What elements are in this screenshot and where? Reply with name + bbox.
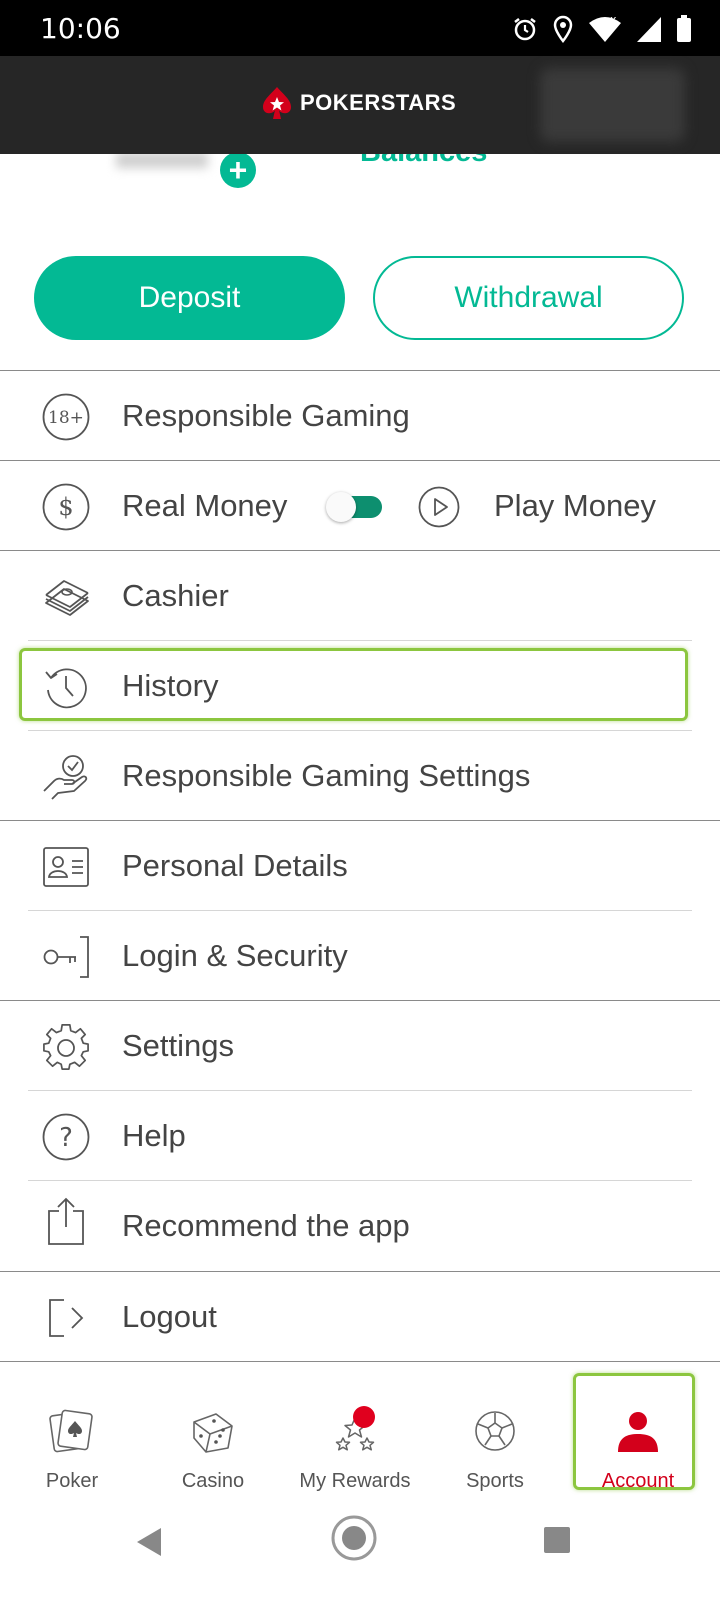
menu-label: Settings bbox=[122, 1028, 235, 1063]
nav-label: Sports bbox=[466, 1470, 524, 1492]
nav-label: Poker bbox=[45, 1470, 99, 1492]
wifi-icon: x bbox=[589, 15, 621, 42]
gear-icon bbox=[43, 1024, 89, 1070]
divider bbox=[0, 1361, 720, 1362]
account-highlight bbox=[573, 1373, 695, 1490]
dollar-icon: $ bbox=[42, 483, 90, 531]
menu-label: Help bbox=[122, 1118, 186, 1153]
real-money-label[interactable]: Real Money bbox=[122, 460, 287, 552]
svg-text:?: ? bbox=[59, 1123, 73, 1153]
money-mode-row: $ Real Money Play Money bbox=[0, 460, 720, 552]
signal-icon bbox=[637, 17, 661, 42]
key-icon bbox=[43, 936, 89, 978]
dice-icon bbox=[193, 1413, 233, 1453]
help-icon: ? bbox=[42, 1113, 90, 1161]
cash-stack-icon bbox=[45, 580, 89, 616]
home-icon[interactable] bbox=[330, 1514, 378, 1562]
nav-label: My Rewards bbox=[299, 1470, 411, 1492]
menu-item-recommend[interactable]: Recommend the app bbox=[0, 1180, 720, 1272]
toggle-knob bbox=[326, 492, 356, 522]
notification-badge bbox=[353, 1406, 375, 1428]
battery-icon bbox=[677, 15, 691, 42]
nav-poker[interactable]: Poker bbox=[0, 1386, 144, 1512]
menu-label: Responsible Gaming Settings bbox=[122, 758, 531, 793]
status-bar: 10:06 x bbox=[0, 0, 720, 56]
menu-label: Personal Details bbox=[122, 848, 348, 883]
recents-icon[interactable] bbox=[543, 1526, 571, 1554]
brand-name: POKERSTARS bbox=[300, 90, 457, 115]
system-nav-bar bbox=[0, 1512, 720, 1600]
app-header: POKERSTARS bbox=[0, 56, 720, 154]
menu-item-login-security[interactable]: Login & Security bbox=[0, 910, 720, 1002]
logout-icon bbox=[49, 1299, 84, 1337]
menu-item-cashier[interactable]: Cashier bbox=[0, 550, 720, 642]
spade-star-icon bbox=[263, 87, 291, 119]
history-highlight bbox=[19, 648, 688, 721]
withdrawal-button[interactable]: Withdrawal bbox=[373, 256, 684, 340]
nav-casino[interactable]: Casino bbox=[141, 1386, 285, 1512]
status-time: 10:06 bbox=[40, 12, 121, 45]
svg-text:$: $ bbox=[58, 493, 73, 521]
location-icon bbox=[553, 15, 573, 43]
balances-label[interactable]: Balances bbox=[360, 154, 487, 169]
menu-label: Recommend the app bbox=[122, 1208, 410, 1243]
menu-label: Logout bbox=[122, 1299, 217, 1334]
menu-label: Login & Security bbox=[122, 938, 348, 973]
money-mode-toggle[interactable] bbox=[326, 492, 382, 522]
alarm-icon bbox=[514, 18, 536, 41]
menu-item-logout[interactable]: Logout bbox=[0, 1271, 720, 1363]
id-card-icon bbox=[43, 847, 89, 887]
svg-text:x: x bbox=[610, 15, 617, 26]
poker-cards-icon bbox=[49, 1409, 93, 1453]
bottom-nav: Poker Casino My Rewards Sports Account bbox=[0, 1373, 720, 1512]
nav-rewards[interactable]: My Rewards bbox=[283, 1386, 427, 1512]
hand-check-icon bbox=[43, 755, 88, 800]
blurred-balance[interactable] bbox=[540, 68, 685, 142]
age-18-icon: 18+ bbox=[42, 393, 90, 441]
menu-label: Cashier bbox=[122, 578, 229, 613]
play-icon bbox=[418, 486, 460, 528]
blurred-amount bbox=[116, 154, 208, 168]
add-funds-icon[interactable]: + bbox=[220, 154, 256, 188]
deposit-button[interactable]: Deposit bbox=[34, 256, 345, 340]
menu-item-responsible-gaming[interactable]: 18+ Responsible Gaming bbox=[0, 370, 720, 462]
age-badge-text: 18+ bbox=[48, 408, 84, 428]
menu-item-settings[interactable]: Settings bbox=[0, 1000, 720, 1092]
balances-area: + Balances bbox=[0, 154, 720, 224]
menu-label: Responsible Gaming bbox=[122, 398, 410, 433]
back-icon[interactable] bbox=[133, 1526, 165, 1558]
nav-sports[interactable]: Sports bbox=[423, 1386, 567, 1512]
menu-item-responsible-gaming-settings[interactable]: Responsible Gaming Settings bbox=[0, 730, 720, 822]
status-icons: x bbox=[512, 12, 692, 46]
brand-logo[interactable]: POKERSTARS bbox=[262, 86, 456, 120]
soccer-ball-icon bbox=[475, 1411, 515, 1451]
menu-item-help[interactable]: ? Help bbox=[0, 1090, 720, 1182]
play-money-label[interactable]: Play Money bbox=[494, 460, 656, 552]
share-icon bbox=[48, 1197, 84, 1245]
menu-item-personal-details[interactable]: Personal Details bbox=[0, 820, 720, 912]
nav-label: Casino bbox=[181, 1470, 245, 1492]
